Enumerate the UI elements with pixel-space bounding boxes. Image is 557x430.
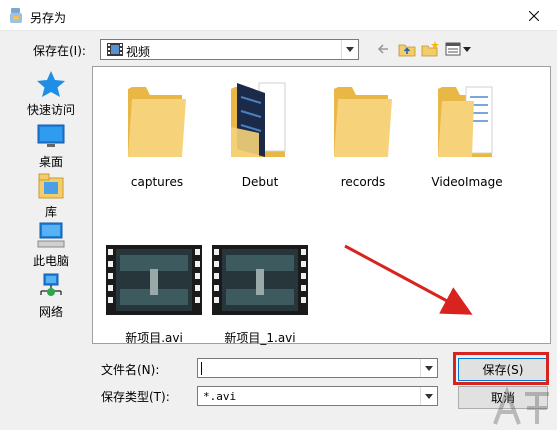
new-folder-icon[interactable] bbox=[421, 41, 440, 57]
lookin-dropdown-button[interactable] bbox=[341, 40, 358, 59]
library-icon bbox=[38, 173, 64, 199]
list-item-label: records bbox=[340, 175, 386, 189]
watermark-logo bbox=[493, 386, 549, 425]
video-thumbnail-icon bbox=[212, 245, 308, 315]
folder-icon bbox=[128, 87, 186, 157]
filetype-select[interactable]: *.avi bbox=[197, 386, 438, 406]
folder-icon bbox=[334, 87, 392, 157]
up-folder-icon[interactable] bbox=[398, 41, 416, 57]
sidebar-item-label: 快速访问 bbox=[26, 103, 75, 117]
video-thumbnail-icon bbox=[106, 245, 202, 315]
close-button[interactable] bbox=[511, 0, 557, 31]
sidebar-item-label: 网络 bbox=[38, 305, 63, 319]
filename-label: 文件名(N): bbox=[101, 363, 160, 377]
sidebar-item-network[interactable]: 网络 bbox=[18, 272, 84, 320]
chevron-down-icon bbox=[425, 365, 433, 371]
window-title: 另存为 bbox=[30, 11, 67, 25]
lookin-label: 保存在(I): bbox=[33, 44, 86, 58]
sidebar-item-library[interactable]: 库 bbox=[18, 172, 84, 220]
folder-with-document-icon bbox=[231, 82, 286, 157]
chevron-down-icon bbox=[425, 393, 433, 399]
close-icon bbox=[529, 10, 539, 21]
list-item-label: VideoImage bbox=[431, 175, 503, 189]
video-folder-icon bbox=[107, 43, 123, 56]
list-item-label: 新项目_1.avi bbox=[224, 331, 296, 345]
list-item[interactable]: Debut bbox=[211, 77, 309, 189]
file-list[interactable]: captures Debut records VideoImage 新项目.av… bbox=[92, 66, 551, 345]
sidebar-item-quick-access[interactable]: 快速访问 bbox=[18, 70, 84, 118]
folder-with-document-icon bbox=[438, 86, 493, 157]
sidebar-item-label: 桌面 bbox=[38, 155, 63, 169]
lookin-combo[interactable]: 视频 bbox=[100, 39, 359, 60]
back-arrow-icon[interactable] bbox=[376, 41, 390, 57]
title-bar: 另存为 bbox=[0, 0, 557, 31]
filename-dropdown-button[interactable] bbox=[420, 359, 437, 377]
star-icon bbox=[37, 71, 65, 97]
list-item[interactable]: records bbox=[314, 77, 412, 189]
filetype-dropdown-button[interactable] bbox=[420, 387, 437, 405]
list-item-label: 新项目.avi bbox=[125, 331, 183, 345]
text-cursor bbox=[201, 362, 202, 375]
list-item[interactable]: captures bbox=[108, 77, 206, 189]
sidebar-item-label: 此电脑 bbox=[32, 254, 69, 268]
list-item[interactable]: 新项目_1.avi bbox=[211, 245, 309, 345]
list-item[interactable]: 新项目.avi bbox=[105, 245, 203, 345]
filetype-value: *.avi bbox=[203, 390, 237, 403]
list-item-label: captures bbox=[130, 175, 184, 189]
filename-input[interactable] bbox=[197, 358, 438, 378]
app-icon bbox=[10, 8, 22, 23]
sidebar-item-this-pc[interactable]: 此电脑 bbox=[18, 221, 84, 269]
lookin-value: 视频 bbox=[126, 45, 151, 59]
desktop-icon bbox=[37, 124, 65, 147]
places-bar: 快速访问 桌面 库 此电脑 网络 bbox=[18, 66, 84, 344]
view-menu-icon[interactable] bbox=[445, 41, 473, 57]
filetype-label: 保存类型(T): bbox=[101, 390, 170, 404]
network-icon bbox=[40, 273, 62, 296]
save-button-highlight bbox=[453, 352, 549, 385]
computer-icon bbox=[37, 222, 65, 248]
list-item-label: Debut bbox=[241, 175, 279, 189]
list-item[interactable]: VideoImage bbox=[418, 77, 516, 189]
sidebar-item-label: 库 bbox=[44, 205, 57, 219]
sidebar-item-desktop[interactable]: 桌面 bbox=[18, 122, 84, 170]
chevron-down-icon bbox=[346, 47, 354, 52]
